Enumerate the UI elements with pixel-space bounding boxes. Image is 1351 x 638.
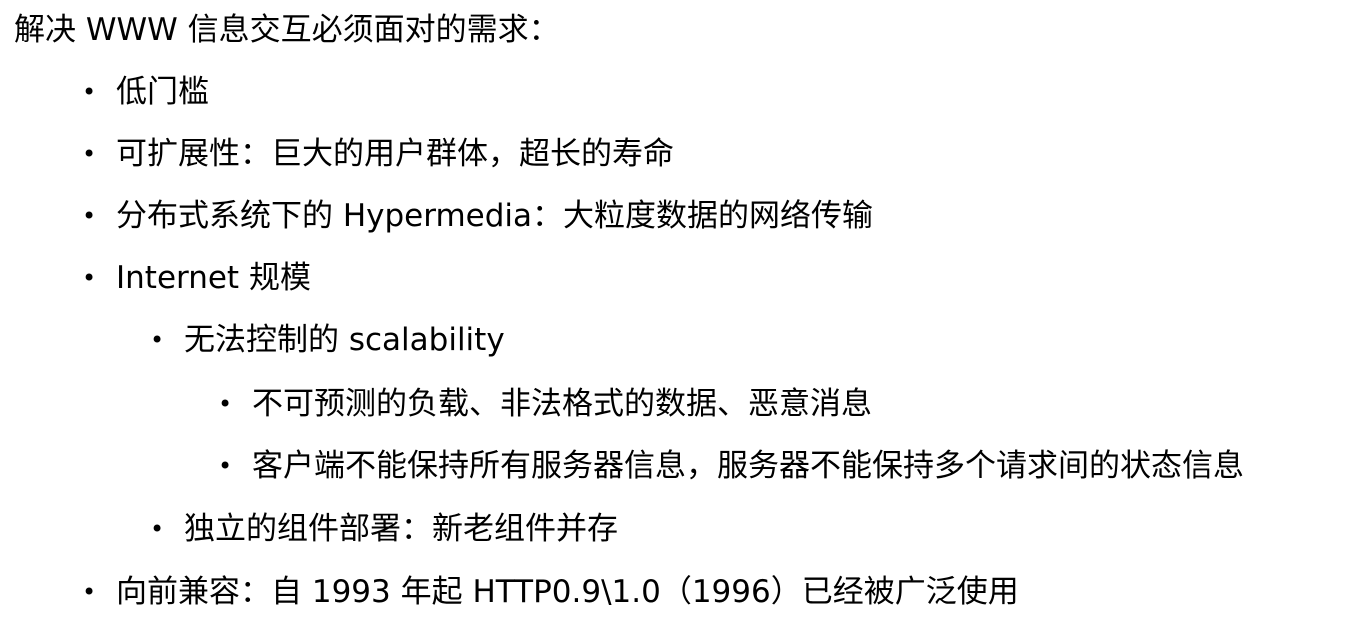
list-item-text: 分布式系统下的 Hypermedia：大粒度数据的网络传输 — [116, 198, 874, 234]
list-item-text: Internet 规模 — [116, 260, 311, 296]
bullet-icon: • — [82, 264, 97, 292]
slide-heading: 解决 WWW 信息交互必须面对的需求： — [14, 12, 560, 48]
bullet-icon: • — [150, 515, 165, 543]
list-item-text: 可扩展性：巨大的用户群体，超长的寿命 — [116, 136, 674, 172]
bullet-icon: • — [218, 390, 233, 418]
bullet-icon: • — [82, 578, 97, 606]
list-item-text: 不可预测的负载、非法格式的数据、恶意消息 — [252, 386, 872, 422]
list-item-text: 向前兼容：自 1993 年起 HTTP0.9\1.0（1996）已经被广泛使用 — [116, 574, 1019, 610]
bullet-icon: • — [82, 140, 97, 168]
bullet-icon: • — [82, 78, 97, 106]
bullet-icon: • — [82, 202, 97, 230]
list-item-text: 客户端不能保持所有服务器信息，服务器不能保持多个请求间的状态信息 — [252, 448, 1244, 484]
list-item-text: 独立的组件部署：新老组件并存 — [184, 511, 618, 547]
slide: 解决 WWW 信息交互必须面对的需求： • 低门槛 • 可扩展性：巨大的用户群体… — [0, 0, 1351, 638]
list-item-text: 低门槛 — [116, 74, 209, 110]
bullet-icon: • — [150, 326, 165, 354]
bullet-icon: • — [218, 452, 233, 480]
list-item-text: 无法控制的 scalability — [184, 322, 505, 358]
